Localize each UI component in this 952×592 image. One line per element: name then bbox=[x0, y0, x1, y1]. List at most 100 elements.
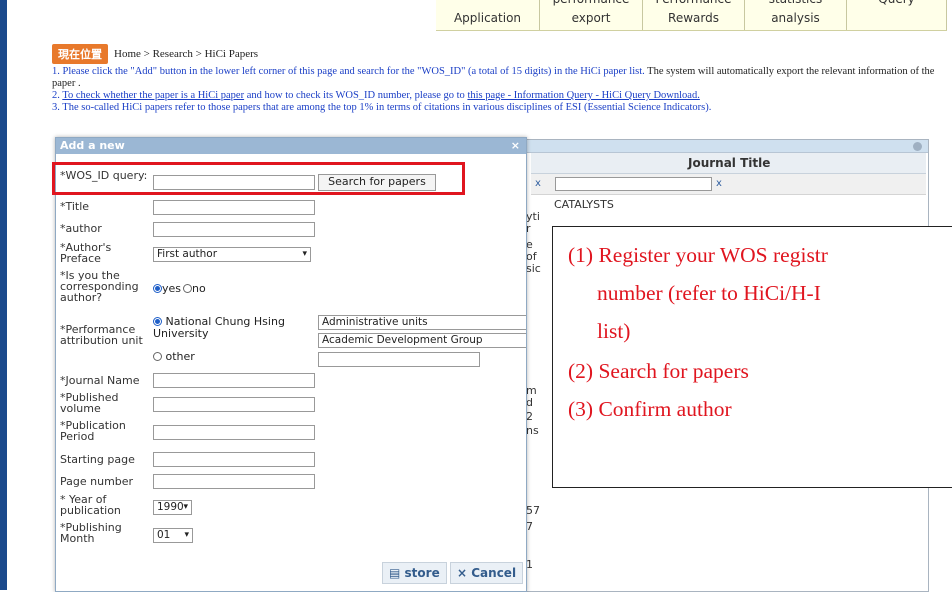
close-icon: × bbox=[457, 566, 468, 580]
start-page-input[interactable] bbox=[153, 452, 315, 467]
grid-filter-row: x x bbox=[531, 174, 926, 195]
filter-clear-icon[interactable]: x bbox=[535, 178, 541, 189]
start-page-label: Starting page bbox=[60, 453, 135, 466]
nav-tab-label: export bbox=[571, 11, 611, 25]
grid-partial-text: 2 bbox=[526, 410, 533, 423]
period-label: *Publication Period bbox=[60, 419, 126, 443]
author-preface-select[interactable]: First author ▾ bbox=[153, 247, 311, 262]
page-number-label: Page number bbox=[60, 475, 134, 488]
grid-partial-text: 57 bbox=[526, 504, 540, 517]
store-button[interactable]: ▤ store bbox=[382, 562, 447, 584]
period-input[interactable] bbox=[153, 425, 315, 440]
steps-callout: (1) Register your WOS registr number (re… bbox=[552, 226, 952, 488]
callout-line: number (refer to HiCi/H-I bbox=[597, 281, 821, 305]
store-label: store bbox=[404, 566, 440, 580]
callout-line: list) bbox=[597, 319, 631, 343]
grid-close-icon[interactable] bbox=[913, 142, 922, 151]
note-1a: 1. Please click the "Add" button in the … bbox=[52, 66, 645, 77]
callout-line: (1) Register your WOS registr bbox=[568, 243, 828, 267]
yes-label: yes bbox=[162, 282, 182, 295]
author-preface-label: *Author's Preface bbox=[60, 241, 112, 265]
corresponding-radio-group: yes no bbox=[153, 282, 206, 295]
breadcrumb: 現在位置 Home > Research > HiCi Papers bbox=[52, 44, 258, 64]
left-edge-bar bbox=[0, 0, 7, 590]
note-3: 3. The so-called HiCi papers refer to th… bbox=[52, 102, 712, 113]
chevron-down-icon: ▾ bbox=[183, 502, 188, 512]
location-badge: 現在位置 bbox=[52, 44, 108, 64]
callout-line: (3) Confirm author bbox=[568, 397, 732, 421]
journal-filter-clear-icon[interactable]: x bbox=[716, 178, 722, 189]
journal-title-header[interactable]: Journal Title bbox=[688, 156, 770, 170]
corresponding-label: *Is you the corresponding author? bbox=[60, 270, 152, 303]
journal-cell: CATALYSTS bbox=[554, 198, 614, 211]
nav-tab[interactable]: Application bbox=[436, 0, 540, 30]
wos-highlight-box bbox=[52, 162, 465, 195]
performance-unit-label: *Performance attribution unit bbox=[60, 323, 143, 347]
instructions: 1. Please click the "Add" button in the … bbox=[52, 66, 942, 114]
grid-partial-text: ns bbox=[526, 424, 539, 437]
dialog-titlebar: Add a new × bbox=[56, 138, 526, 154]
cancel-button[interactable]: × Cancel bbox=[450, 562, 524, 584]
corresponding-label-text: *Is you the corresponding author? bbox=[60, 269, 139, 304]
save-icon: ▤ bbox=[389, 566, 401, 580]
nav-tab-label: analysis bbox=[771, 11, 820, 25]
author-input[interactable] bbox=[153, 222, 315, 237]
yes-radio[interactable] bbox=[153, 284, 162, 293]
year-value: 1990 bbox=[157, 501, 184, 513]
nav-tab-label: Application bbox=[453, 11, 522, 25]
volume-input[interactable] bbox=[153, 397, 315, 412]
note-2-prefix: 2. bbox=[52, 90, 63, 101]
other-radio[interactable] bbox=[153, 352, 162, 361]
nav-tab[interactable]: performance export bbox=[540, 0, 643, 30]
nav-tab[interactable]: Performance Rewards bbox=[643, 0, 745, 30]
author-preface-value: First author bbox=[157, 248, 218, 260]
add-new-dialog: Add a new × *WOS_ID query: Search for pa… bbox=[55, 137, 527, 592]
chevron-down-icon: ▾ bbox=[184, 530, 189, 540]
nav-tab-overflow-text: Query bbox=[847, 0, 946, 6]
academic-group-select[interactable]: Academic Development Group bbox=[318, 333, 526, 348]
chevron-down-icon: ▾ bbox=[302, 249, 307, 259]
journal-name-input[interactable] bbox=[153, 373, 315, 388]
journal-filter-input[interactable] bbox=[555, 177, 712, 191]
dialog-close-icon[interactable]: × bbox=[511, 138, 520, 154]
nav-tab[interactable]: statistics analysis bbox=[745, 0, 847, 30]
month-value: 01 bbox=[157, 529, 171, 541]
admin-units-select[interactable]: Administrative units bbox=[318, 315, 526, 330]
nchu-label: National Chung Hsing University bbox=[153, 315, 285, 340]
page-number-input[interactable] bbox=[153, 474, 315, 489]
author-label: *author bbox=[60, 222, 102, 235]
cancel-label: Cancel bbox=[471, 566, 517, 580]
volume-label: *Published volume bbox=[60, 391, 119, 415]
breadcrumb-path: Home > Research > HiCi Papers bbox=[114, 48, 259, 60]
month-label: *Publishing Month bbox=[60, 521, 122, 545]
grid-partial-text: d bbox=[526, 396, 533, 409]
hici-query-link[interactable]: this page - Information Query - HiCi Que… bbox=[467, 90, 699, 101]
note-2-mid: and how to check its WOS_ID number, plea… bbox=[244, 90, 468, 101]
nav-tab-overflow-text: statistics bbox=[745, 0, 846, 6]
other-unit-input[interactable] bbox=[318, 352, 480, 367]
callout-line: (2) Search for papers bbox=[568, 359, 749, 383]
grid-partial-text: sic bbox=[526, 262, 541, 275]
nav-tab-overflow-text: performance bbox=[540, 0, 642, 6]
no-radio[interactable] bbox=[183, 284, 193, 293]
other-option: other bbox=[153, 350, 195, 363]
grid-partial-text: 1 bbox=[526, 558, 533, 571]
title-label: *Title bbox=[60, 200, 90, 213]
top-navigation: Application performance export Performance R… bbox=[436, 0, 947, 31]
no-label: no bbox=[192, 282, 206, 295]
nav-tab-label: Rewards bbox=[668, 11, 719, 25]
grid-header-row: Journal Title bbox=[531, 153, 926, 174]
nchu-option: National Chung Hsing University bbox=[153, 316, 313, 340]
dialog-title: Add a new bbox=[60, 139, 125, 152]
year-select[interactable]: 1990 ▾ bbox=[153, 500, 192, 515]
journal-name-label: *Journal Name bbox=[60, 374, 140, 387]
hici-check-link[interactable]: To check whether the paper is a HiCi pap… bbox=[62, 90, 244, 101]
month-select[interactable]: 01 ▾ bbox=[153, 528, 193, 543]
grid-partial-text: 7 bbox=[526, 520, 533, 533]
nav-tab-overflow-text: Performance bbox=[643, 0, 744, 6]
title-input[interactable] bbox=[153, 200, 315, 215]
nav-tab[interactable]: Query bbox=[847, 0, 947, 30]
nchu-radio[interactable] bbox=[153, 317, 162, 326]
year-label: * Year of publication bbox=[60, 493, 121, 517]
other-label: other bbox=[165, 350, 195, 363]
